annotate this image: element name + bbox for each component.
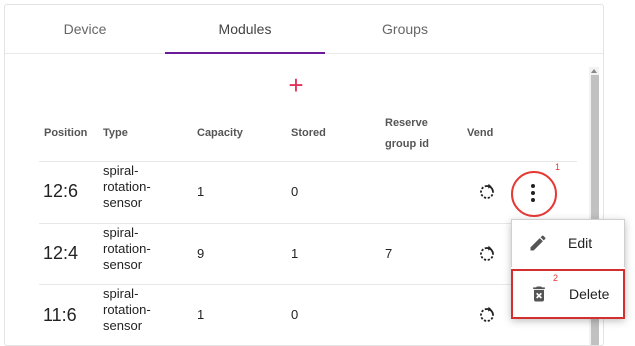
header-vend: Vend — [467, 127, 494, 139]
row-type: spiral- rotation- sensor — [103, 163, 173, 211]
row-stored: 1 — [291, 246, 299, 261]
row-position: 12:4 — [43, 243, 79, 263]
delete-label: Delete — [569, 286, 610, 302]
tab-modules-label: Modules — [218, 21, 272, 37]
header-reserve-line1: Reserve — [385, 117, 428, 129]
row-actions-menu: Edit Delete 2 — [511, 219, 625, 319]
annotation-number: 1 — [555, 162, 561, 172]
row-type-line: spiral- — [103, 163, 139, 178]
row-type: spiral- rotation- sensor — [103, 286, 173, 334]
row-type-line: rotation- — [103, 179, 151, 194]
header-reserve-line2: group id — [385, 138, 429, 150]
row-type-line: rotation- — [103, 302, 151, 317]
row-divider — [39, 161, 577, 162]
tab-modules[interactable]: Modules — [165, 5, 325, 54]
pencil-icon — [530, 235, 546, 251]
annotation-number: 2 — [553, 273, 559, 283]
row-type: spiral- rotation- sensor — [103, 225, 173, 273]
row-capacity: 1 — [197, 307, 205, 322]
tab-device-label: Device — [63, 21, 107, 37]
tab-groups-label: Groups — [382, 21, 428, 37]
edit-menu-item[interactable]: Edit — [511, 219, 625, 267]
row-capacity: 9 — [197, 246, 205, 261]
header-position: Position — [44, 127, 88, 139]
active-tab-indicator — [165, 52, 325, 54]
row-reserve-group-id: 7 — [385, 246, 393, 261]
row-type-line: sensor — [103, 318, 143, 333]
row-type-line: sensor — [103, 195, 143, 210]
row-position: 12:6 — [43, 181, 79, 201]
header-type: Type — [103, 127, 128, 139]
header-stored: Stored — [291, 127, 326, 139]
delete-menu-item[interactable]: Delete 2 — [511, 269, 625, 319]
header-capacity: Capacity — [197, 127, 243, 139]
row-type-line: sensor — [103, 257, 143, 272]
rotate-icon[interactable] — [478, 306, 496, 324]
row-divider — [39, 284, 577, 285]
row-type-line: rotation- — [103, 241, 151, 256]
rotate-icon[interactable] — [478, 183, 496, 201]
tab-groups[interactable]: Groups — [325, 5, 485, 53]
row-stored: 0 — [291, 184, 299, 199]
row-position: 11:6 — [43, 305, 77, 325]
scroll-up-arrow-icon[interactable] — [589, 67, 599, 75]
row-type-line: spiral- — [103, 286, 139, 301]
row-stored: 0 — [291, 307, 299, 322]
add-module-button[interactable]: + — [286, 72, 306, 98]
row-type-line: spiral- — [103, 225, 139, 240]
annotation-highlight-circle — [511, 171, 557, 217]
row-capacity: 1 — [197, 184, 205, 199]
trash-icon — [533, 286, 545, 302]
tab-bar: Device Modules Groups — [5, 5, 603, 54]
rotate-icon[interactable] — [478, 245, 496, 263]
tab-device[interactable]: Device — [5, 5, 165, 53]
row-divider — [39, 223, 577, 224]
edit-label: Edit — [568, 235, 593, 251]
